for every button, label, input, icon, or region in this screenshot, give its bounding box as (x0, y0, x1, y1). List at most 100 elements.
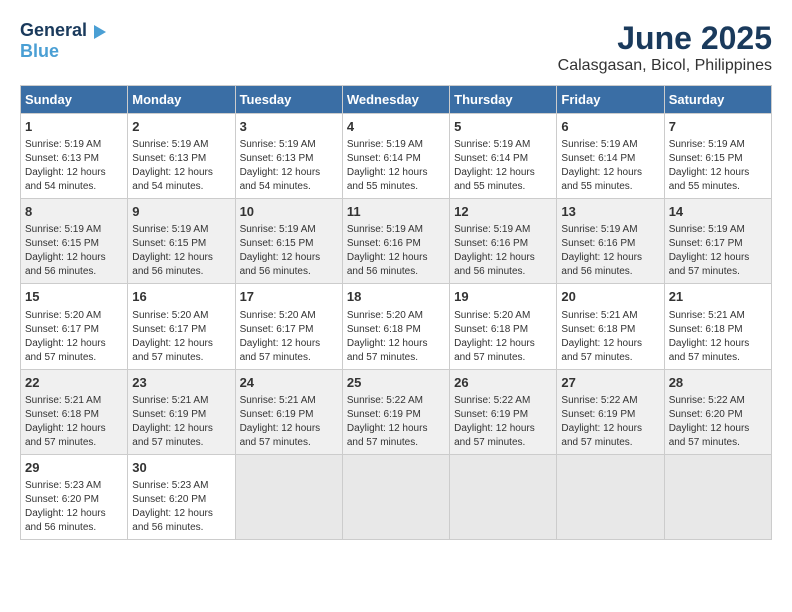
header-monday: Monday (128, 86, 235, 114)
table-row: 8Sunrise: 5:19 AMSunset: 6:15 PMDaylight… (21, 199, 128, 284)
day-number: 11 (347, 203, 445, 221)
day-number: 19 (454, 288, 552, 306)
day-number: 26 (454, 374, 552, 392)
cell-content: 25Sunrise: 5:22 AMSunset: 6:19 PMDayligh… (347, 374, 445, 450)
cell-content: 1Sunrise: 5:19 AMSunset: 6:13 PMDaylight… (25, 118, 123, 194)
header-thursday: Thursday (450, 86, 557, 114)
header-friday: Friday (557, 86, 664, 114)
table-row (342, 454, 449, 539)
cell-content: 7Sunrise: 5:19 AMSunset: 6:15 PMDaylight… (669, 118, 767, 194)
cell-content: 6Sunrise: 5:19 AMSunset: 6:14 PMDaylight… (561, 118, 659, 194)
cell-content: 24Sunrise: 5:21 AMSunset: 6:19 PMDayligh… (240, 374, 338, 450)
cell-content: 17Sunrise: 5:20 AMSunset: 6:17 PMDayligh… (240, 288, 338, 364)
day-number: 4 (347, 118, 445, 136)
day-number: 27 (561, 374, 659, 392)
table-row: 25Sunrise: 5:22 AMSunset: 6:19 PMDayligh… (342, 369, 449, 454)
day-number: 9 (132, 203, 230, 221)
table-row: 14Sunrise: 5:19 AMSunset: 6:17 PMDayligh… (664, 199, 771, 284)
day-number: 3 (240, 118, 338, 136)
calendar-week-row: 29Sunrise: 5:23 AMSunset: 6:20 PMDayligh… (21, 454, 772, 539)
header-wednesday: Wednesday (342, 86, 449, 114)
table-row (557, 454, 664, 539)
cell-content: 8Sunrise: 5:19 AMSunset: 6:15 PMDaylight… (25, 203, 123, 279)
day-number: 1 (25, 118, 123, 136)
cell-content: 23Sunrise: 5:21 AMSunset: 6:19 PMDayligh… (132, 374, 230, 450)
table-row: 6Sunrise: 5:19 AMSunset: 6:14 PMDaylight… (557, 114, 664, 199)
table-row: 11Sunrise: 5:19 AMSunset: 6:16 PMDayligh… (342, 199, 449, 284)
cell-content: 27Sunrise: 5:22 AMSunset: 6:19 PMDayligh… (561, 374, 659, 450)
calendar-week-row: 22Sunrise: 5:21 AMSunset: 6:18 PMDayligh… (21, 369, 772, 454)
calendar-table: Sunday Monday Tuesday Wednesday Thursday… (20, 85, 772, 540)
cell-content: 30Sunrise: 5:23 AMSunset: 6:20 PMDayligh… (132, 459, 230, 535)
header-tuesday: Tuesday (235, 86, 342, 114)
cell-content: 12Sunrise: 5:19 AMSunset: 6:16 PMDayligh… (454, 203, 552, 279)
table-row: 29Sunrise: 5:23 AMSunset: 6:20 PMDayligh… (21, 454, 128, 539)
table-row: 2Sunrise: 5:19 AMSunset: 6:13 PMDaylight… (128, 114, 235, 199)
cell-content: 13Sunrise: 5:19 AMSunset: 6:16 PMDayligh… (561, 203, 659, 279)
cell-content: 2Sunrise: 5:19 AMSunset: 6:13 PMDaylight… (132, 118, 230, 194)
table-row: 15Sunrise: 5:20 AMSunset: 6:17 PMDayligh… (21, 284, 128, 369)
day-number: 5 (454, 118, 552, 136)
cell-content: 28Sunrise: 5:22 AMSunset: 6:20 PMDayligh… (669, 374, 767, 450)
cell-content: 10Sunrise: 5:19 AMSunset: 6:15 PMDayligh… (240, 203, 338, 279)
day-number: 2 (132, 118, 230, 136)
day-number: 15 (25, 288, 123, 306)
page-subtitle: Calasgasan, Bicol, Philippines (558, 57, 772, 75)
cell-content: 22Sunrise: 5:21 AMSunset: 6:18 PMDayligh… (25, 374, 123, 450)
table-row: 17Sunrise: 5:20 AMSunset: 6:17 PMDayligh… (235, 284, 342, 369)
cell-content: 20Sunrise: 5:21 AMSunset: 6:18 PMDayligh… (561, 288, 659, 364)
logo: General Blue (20, 20, 106, 62)
cell-content: 14Sunrise: 5:19 AMSunset: 6:17 PMDayligh… (669, 203, 767, 279)
header-sunday: Sunday (21, 86, 128, 114)
cell-content: 15Sunrise: 5:20 AMSunset: 6:17 PMDayligh… (25, 288, 123, 364)
table-row: 21Sunrise: 5:21 AMSunset: 6:18 PMDayligh… (664, 284, 771, 369)
day-number: 25 (347, 374, 445, 392)
day-number: 30 (132, 459, 230, 477)
day-number: 8 (25, 203, 123, 221)
cell-content: 19Sunrise: 5:20 AMSunset: 6:18 PMDayligh… (454, 288, 552, 364)
table-row: 5Sunrise: 5:19 AMSunset: 6:14 PMDaylight… (450, 114, 557, 199)
day-number: 17 (240, 288, 338, 306)
header-saturday: Saturday (664, 86, 771, 114)
calendar-week-row: 15Sunrise: 5:20 AMSunset: 6:17 PMDayligh… (21, 284, 772, 369)
table-row: 1Sunrise: 5:19 AMSunset: 6:13 PMDaylight… (21, 114, 128, 199)
table-row: 26Sunrise: 5:22 AMSunset: 6:19 PMDayligh… (450, 369, 557, 454)
table-row: 12Sunrise: 5:19 AMSunset: 6:16 PMDayligh… (450, 199, 557, 284)
table-row: 7Sunrise: 5:19 AMSunset: 6:15 PMDaylight… (664, 114, 771, 199)
day-number: 29 (25, 459, 123, 477)
table-row: 19Sunrise: 5:20 AMSunset: 6:18 PMDayligh… (450, 284, 557, 369)
day-number: 20 (561, 288, 659, 306)
table-row: 20Sunrise: 5:21 AMSunset: 6:18 PMDayligh… (557, 284, 664, 369)
calendar-week-row: 1Sunrise: 5:19 AMSunset: 6:13 PMDaylight… (21, 114, 772, 199)
table-row: 3Sunrise: 5:19 AMSunset: 6:13 PMDaylight… (235, 114, 342, 199)
table-row: 9Sunrise: 5:19 AMSunset: 6:15 PMDaylight… (128, 199, 235, 284)
table-row (235, 454, 342, 539)
calendar-header-row: Sunday Monday Tuesday Wednesday Thursday… (21, 86, 772, 114)
table-row: 28Sunrise: 5:22 AMSunset: 6:20 PMDayligh… (664, 369, 771, 454)
calendar-week-row: 8Sunrise: 5:19 AMSunset: 6:15 PMDaylight… (21, 199, 772, 284)
day-number: 13 (561, 203, 659, 221)
table-row (450, 454, 557, 539)
cell-content: 9Sunrise: 5:19 AMSunset: 6:15 PMDaylight… (132, 203, 230, 279)
cell-content: 26Sunrise: 5:22 AMSunset: 6:19 PMDayligh… (454, 374, 552, 450)
day-number: 22 (25, 374, 123, 392)
cell-content: 11Sunrise: 5:19 AMSunset: 6:16 PMDayligh… (347, 203, 445, 279)
table-row: 13Sunrise: 5:19 AMSunset: 6:16 PMDayligh… (557, 199, 664, 284)
page-header: General Blue June 2025 Calasgasan, Bicol… (20, 20, 772, 75)
day-number: 12 (454, 203, 552, 221)
day-number: 18 (347, 288, 445, 306)
table-row: 23Sunrise: 5:21 AMSunset: 6:19 PMDayligh… (128, 369, 235, 454)
table-row: 4Sunrise: 5:19 AMSunset: 6:14 PMDaylight… (342, 114, 449, 199)
table-row: 24Sunrise: 5:21 AMSunset: 6:19 PMDayligh… (235, 369, 342, 454)
cell-content: 29Sunrise: 5:23 AMSunset: 6:20 PMDayligh… (25, 459, 123, 535)
table-row: 27Sunrise: 5:22 AMSunset: 6:19 PMDayligh… (557, 369, 664, 454)
day-number: 14 (669, 203, 767, 221)
cell-content: 21Sunrise: 5:21 AMSunset: 6:18 PMDayligh… (669, 288, 767, 364)
day-number: 21 (669, 288, 767, 306)
day-number: 7 (669, 118, 767, 136)
cell-content: 3Sunrise: 5:19 AMSunset: 6:13 PMDaylight… (240, 118, 338, 194)
page-title: June 2025 (558, 20, 772, 57)
cell-content: 16Sunrise: 5:20 AMSunset: 6:17 PMDayligh… (132, 288, 230, 364)
table-row: 18Sunrise: 5:20 AMSunset: 6:18 PMDayligh… (342, 284, 449, 369)
table-row: 22Sunrise: 5:21 AMSunset: 6:18 PMDayligh… (21, 369, 128, 454)
